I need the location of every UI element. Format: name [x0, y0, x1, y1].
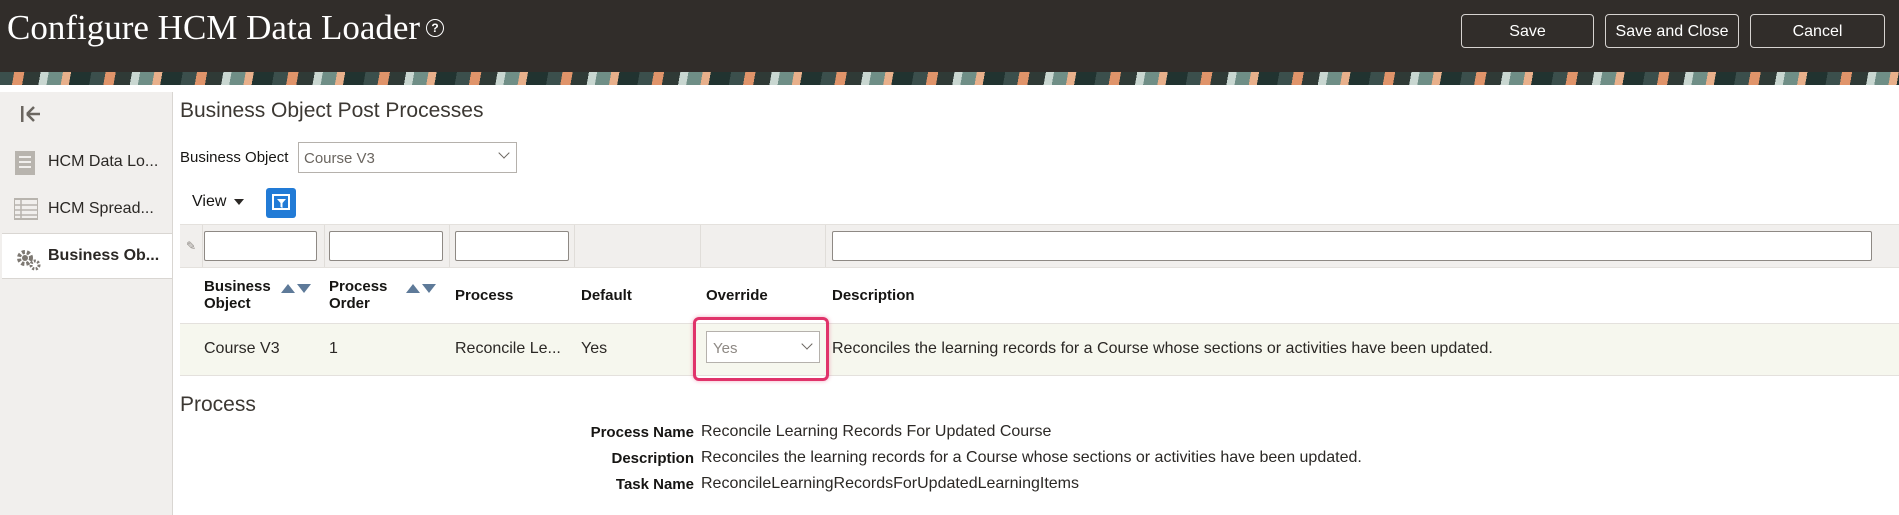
sort-process-order[interactable] [406, 280, 438, 298]
filter-description-input[interactable] [832, 231, 1872, 261]
column-header-process-order[interactable]: Process Order [329, 278, 387, 312]
save-and-close-button[interactable]: Save and Close [1605, 14, 1739, 48]
description-value: Reconciles the learning records for a Co… [701, 449, 1362, 466]
cell-default: Yes [581, 340, 608, 357]
header-line: Order [329, 295, 370, 312]
filter-icon [272, 194, 290, 210]
view-menu[interactable]: View [192, 193, 245, 211]
page-title: Configure HCM Data Loader? [7, 8, 445, 48]
collapse-left-icon[interactable] [20, 104, 42, 130]
column-header-process: Process [455, 287, 514, 304]
sidebar-item-hcm-data-loader[interactable]: HCM Data Lo... [2, 140, 172, 186]
page-title-text: Configure HCM Data Loader [7, 8, 421, 47]
header-line: Business [204, 278, 271, 295]
cell-business-object: Course V3 [204, 340, 280, 357]
column-header-description: Description [832, 287, 915, 304]
decorative-banner [0, 72, 1899, 85]
description-label: Description [611, 450, 694, 467]
column-header-default: Default [581, 287, 632, 304]
sidebar-item-business-objects[interactable]: Business Ob... [2, 233, 172, 279]
cell-process-order: 1 [329, 340, 338, 357]
business-object-label: Business Object [180, 149, 289, 166]
section-title: Business Object Post Processes [180, 99, 484, 122]
cell-process: Reconcile Le... [455, 340, 561, 357]
sort-descending-icon[interactable] [422, 284, 436, 293]
column-header-business-object[interactable]: Business Object [204, 278, 271, 312]
business-object-select[interactable]: Course V3 [298, 142, 517, 173]
process-section-title: Process [180, 393, 256, 416]
sort-ascending-icon[interactable] [406, 284, 420, 293]
filter-process-input[interactable] [455, 231, 569, 261]
caret-down-icon [234, 198, 245, 205]
sidebar-item-hcm-spreadsheet[interactable]: HCM Spread... [2, 187, 172, 233]
cell-description: Reconciles the learning records for a Co… [832, 340, 1493, 357]
sidebar-item-label: HCM Data Lo... [48, 153, 159, 170]
app-header: Configure HCM Data Loader? Save Save and… [0, 0, 1899, 72]
document-icon [14, 151, 38, 175]
clear-filter-icon[interactable]: ✎ [186, 239, 196, 253]
filter-business-object-input[interactable] [204, 231, 317, 261]
business-object-value: Course V3 [304, 150, 375, 167]
view-menu-label: View [192, 193, 227, 210]
header-line: Process [329, 278, 388, 295]
override-highlight-box [693, 317, 829, 381]
cancel-button[interactable]: Cancel [1750, 14, 1885, 48]
filter-process-order-input[interactable] [329, 231, 443, 261]
gear-icon [14, 245, 41, 271]
sidebar-item-label: Business Ob... [48, 247, 160, 264]
header-line: Object [204, 295, 251, 312]
save-button[interactable]: Save [1461, 14, 1594, 48]
process-name-label: Process Name [590, 424, 694, 441]
sidebar: HCM Data Lo... HCM Spread... Business Ob… [0, 92, 173, 515]
sidebar-item-label: HCM Spread... [48, 200, 154, 217]
query-by-example-button[interactable] [266, 188, 296, 218]
sort-descending-icon[interactable] [297, 284, 311, 293]
process-name-value: Reconcile Learning Records For Updated C… [701, 423, 1052, 440]
task-name-value: ReconcileLearningRecordsForUpdatedLearni… [701, 475, 1079, 492]
sort-ascending-icon[interactable] [281, 284, 295, 293]
table-row[interactable]: Course V3 1 Reconcile Le... Yes Reconcil… [180, 323, 1899, 376]
column-header-override: Override [706, 287, 768, 304]
task-name-label: Task Name [615, 476, 694, 493]
help-icon[interactable]: ? [426, 18, 445, 37]
filter-row: ✎ [180, 224, 1899, 268]
sort-business-object[interactable] [281, 280, 313, 298]
spreadsheet-icon [13, 198, 39, 222]
chevron-down-icon [498, 147, 510, 159]
